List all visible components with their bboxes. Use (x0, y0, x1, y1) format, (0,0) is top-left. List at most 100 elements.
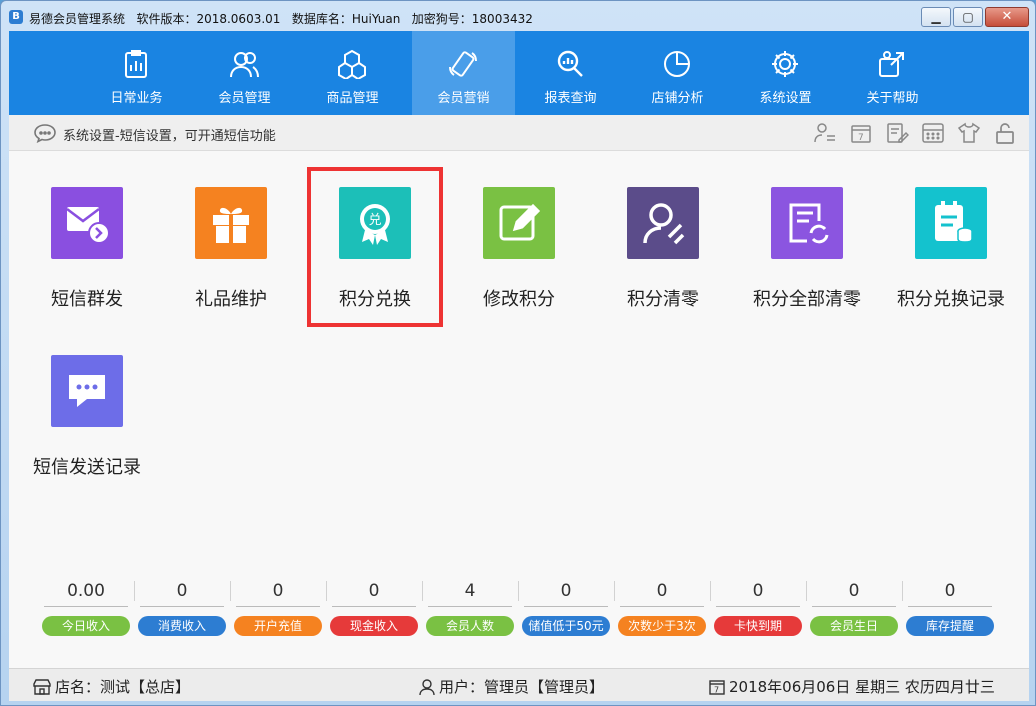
user-clear-icon (643, 203, 685, 245)
stat-value: 4 (428, 579, 512, 607)
main-nav: 日常业务 会员管理 商品管理 会员营销 报表查询 店铺分析 系统设置 关于帮助 (9, 31, 1029, 115)
stat-value: 0 (332, 579, 416, 607)
stat-label: 储值低于50元 (522, 616, 610, 636)
func-redeem-records[interactable]: 积分兑换记录 (879, 187, 1023, 337)
stat-today-income[interactable]: 0.00 今日收入 (38, 575, 134, 639)
stat-account-recharge[interactable]: 0 开户充值 (230, 575, 326, 639)
stat-cash-income[interactable]: 0 现金收入 (326, 575, 422, 639)
stat-value: 0 (812, 579, 896, 607)
nav-system-settings[interactable]: 系统设置 (734, 31, 837, 115)
stat-label: 库存提醒 (906, 616, 994, 636)
nav-label: 会员管理 (218, 91, 271, 106)
boxes-icon (338, 49, 366, 79)
nav-label: 系统设置 (759, 91, 812, 106)
phone-icon (449, 51, 477, 77)
minimize-icon: ▁ (931, 10, 941, 24)
shirt-icon[interactable] (957, 122, 981, 144)
minimize-button[interactable]: ▁ (921, 7, 951, 27)
stat-member-count[interactable]: 4 会员人数 (422, 575, 518, 639)
nav-report-query[interactable]: 报表查询 (519, 31, 622, 115)
breadcrumb-text: 系统设置-短信设置，可开通短信功能 (63, 129, 276, 144)
stat-label: 开户充值 (234, 616, 322, 636)
func-points-clear[interactable]: 积分清零 (591, 187, 735, 337)
func-sms-broadcast[interactable]: 短信群发 (15, 187, 159, 337)
stat-value: 0 (524, 579, 608, 607)
func-label: 短信发送记录 (33, 457, 141, 478)
stat-label: 现金收入 (330, 616, 418, 636)
func-tile (51, 187, 123, 259)
func-label: 修改积分 (483, 289, 555, 310)
maximize-button[interactable]: ▢ (953, 7, 983, 27)
nav-member-management[interactable]: 会员管理 (193, 31, 296, 115)
nav-label: 日常业务 (110, 91, 163, 106)
func-label: 积分兑换记录 (897, 289, 1005, 310)
nav-product-management[interactable]: 商品管理 (301, 31, 404, 115)
stat-value: 0 (716, 579, 800, 607)
maximize-icon: ▢ (962, 10, 974, 24)
status-store: 店名：测试【总店】 (33, 676, 190, 697)
title-bar: B 易德会员管理系统 软件版本：2018.0603.01 数据库名：HuiYua… (1, 1, 1035, 31)
gift-icon (213, 207, 249, 243)
stat-value: 0 (620, 579, 704, 607)
func-gift-maintenance[interactable]: 礼品维护 (159, 187, 303, 337)
func-label: 积分清零 (627, 289, 699, 310)
stat-label: 次数少于3次 (618, 616, 706, 636)
nav-label: 报表查询 (544, 91, 597, 106)
app-window: B 易德会员管理系统 软件版本：2018.0603.01 数据库名：HuiYua… (0, 0, 1036, 706)
stat-value: 0 (236, 579, 320, 607)
stat-value: 0 (140, 579, 224, 607)
gear-icon (772, 51, 798, 77)
chat-bubble-icon (34, 124, 56, 143)
nav-member-marketing[interactable]: 会员营销 (412, 31, 515, 115)
nav-about-help[interactable]: 关于帮助 (841, 31, 944, 115)
mail-send-icon (66, 207, 110, 244)
breadcrumb: 系统设置-短信设置，可开通短信功能 7 (9, 115, 1029, 151)
close-button[interactable]: ✕ (985, 7, 1029, 27)
func-tile (195, 187, 267, 259)
func-modify-points[interactable]: 修改积分 (447, 187, 591, 337)
func-tile (915, 187, 987, 259)
stat-card-expiring[interactable]: 0 卡快到期 (710, 575, 806, 639)
stat-member-birthday[interactable]: 0 会员生日 (806, 575, 902, 639)
stat-label: 消费收入 (138, 616, 226, 636)
stat-low-balance[interactable]: 0 储值低于50元 (518, 575, 614, 639)
func-sms-records[interactable]: 短信发送记录 (15, 355, 159, 505)
nav-label: 店铺分析 (651, 91, 704, 106)
func-tile (771, 187, 843, 259)
record-db-icon (935, 201, 973, 243)
main-content: 系统设置-短信设置，可开通短信功能 7 短信群发 礼品维护 兑 积分兑换 修改积… (9, 115, 1029, 668)
svg-text:7: 7 (714, 686, 719, 695)
lock-icon[interactable] (993, 122, 1017, 144)
status-date: 7 2018年06月06日 星期三 农历四月廿三 (709, 676, 995, 697)
stat-value: 0 (908, 579, 992, 607)
status-user-text: 用户：管理员【管理员】 (439, 678, 605, 696)
help-icon (879, 51, 904, 77)
nav-label: 关于帮助 (866, 91, 919, 106)
func-points-clear-all[interactable]: 积分全部清零 (735, 187, 879, 337)
stat-value: 0.00 (44, 579, 128, 607)
calendar-icon[interactable]: 7 (849, 122, 873, 144)
nav-daily-business[interactable]: 日常业务 (85, 31, 188, 115)
func-label: 短信群发 (51, 289, 123, 310)
nav-store-analysis[interactable]: 店铺分析 (626, 31, 729, 115)
stat-label: 卡快到期 (714, 616, 802, 636)
app-logo-icon: B (9, 10, 23, 24)
calculator-icon[interactable] (921, 122, 945, 144)
nav-label: 会员营销 (437, 91, 490, 106)
status-date-text: 2018年06月06日 星期三 农历四月廿三 (729, 678, 995, 696)
edit-doc-icon[interactable] (885, 122, 909, 144)
stat-label: 会员生日 (810, 616, 898, 636)
stat-label: 会员人数 (426, 616, 514, 636)
stat-consumption-income[interactable]: 0 消费收入 (134, 575, 230, 639)
chat-icon (69, 375, 105, 407)
status-store-text: 店名：测试【总店】 (55, 678, 191, 696)
close-icon: ✕ (1001, 9, 1013, 24)
edit-icon (499, 203, 541, 241)
search-report-icon (557, 50, 583, 77)
stat-low-count[interactable]: 0 次数少于3次 (614, 575, 710, 639)
stat-inventory-alert[interactable]: 0 库存提醒 (902, 575, 998, 639)
refresh-doc-icon (789, 203, 829, 244)
user-icon (419, 679, 435, 696)
user-list-icon[interactable] (813, 122, 837, 144)
calendar-icon: 7 (709, 680, 725, 695)
